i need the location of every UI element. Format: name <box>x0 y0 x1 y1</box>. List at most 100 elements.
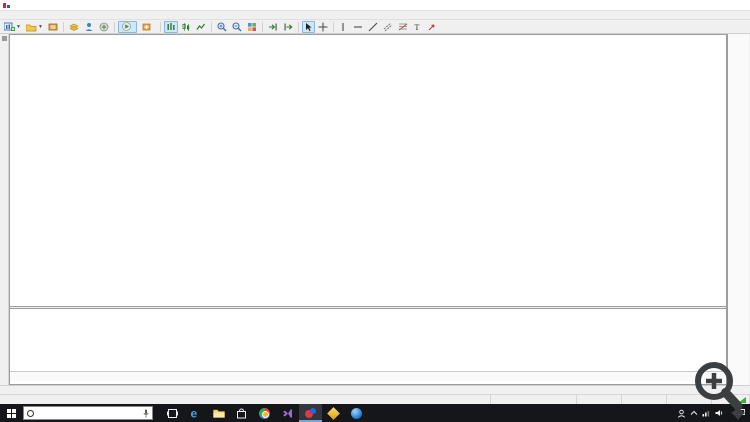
svg-text:e: e <box>190 407 197 419</box>
zoom-in-button[interactable] <box>215 21 229 33</box>
equidistant-channel-icon <box>383 22 393 32</box>
windows-taskbar: e <box>0 404 750 422</box>
profiles-button[interactable]: ▼ <box>24 21 45 33</box>
fibonacci-icon <box>398 22 408 32</box>
dropdown-caret-icon: ▼ <box>16 24 21 30</box>
task-view-button[interactable] <box>161 404 184 422</box>
auto-scroll-button[interactable] <box>266 21 280 33</box>
show-hidden-icons-chevron[interactable] <box>690 410 698 416</box>
arrows-icon <box>427 22 437 32</box>
svg-text:T: T <box>414 23 419 32</box>
zoom-in-icon <box>217 22 227 32</box>
toolbox-icon <box>99 22 109 32</box>
taskbar-icon-edge[interactable]: e <box>184 404 207 422</box>
navigator-button[interactable] <box>82 21 96 33</box>
balance-equity-pane[interactable] <box>10 35 726 306</box>
chart-shift-icon <box>283 22 293 32</box>
navigator-icon <box>84 22 94 32</box>
taskbar-icon-visual-studio[interactable] <box>276 404 299 422</box>
autotrading-button[interactable] <box>118 21 137 33</box>
data-window-button[interactable] <box>67 21 81 33</box>
tester-graph-region <box>9 34 727 385</box>
metatrader-window: ▼ ▼ <box>0 0 750 422</box>
taskbar-icon-metaquotes[interactable] <box>322 404 345 422</box>
cortana-icon <box>27 410 34 417</box>
trendline-icon <box>368 22 378 32</box>
deposit-load-pane[interactable] <box>10 309 726 371</box>
line-chart-icon <box>196 22 206 32</box>
vertical-line-icon <box>339 22 347 32</box>
new-chart-button[interactable]: ▼ <box>2 21 23 33</box>
status-cell <box>577 395 622 404</box>
new-order-icon <box>142 22 151 31</box>
cursor-icon <box>304 22 313 32</box>
taskbar-icon-chrome[interactable] <box>253 404 276 422</box>
windows-logo-icon <box>7 409 16 418</box>
panel-grip-icon <box>2 36 7 41</box>
file-explorer-icon <box>213 408 225 418</box>
taskbar-icon-file-explorer[interactable] <box>207 404 230 422</box>
deposit-load-chart <box>10 309 726 371</box>
tile-windows-icon <box>247 22 257 32</box>
crosshair-button[interactable] <box>316 21 330 33</box>
network-icon[interactable] <box>702 409 711 417</box>
deposit-axis-labels <box>728 308 749 374</box>
balance-axis-labels <box>728 34 749 308</box>
cursor-button[interactable] <box>302 21 315 33</box>
candlestick-mode-button[interactable] <box>179 21 193 33</box>
line-chart-mode-button[interactable] <box>194 21 208 33</box>
chart-shift-button[interactable] <box>281 21 295 33</box>
taskbar-icon-metatrader[interactable] <box>299 404 322 422</box>
vertical-line-button[interactable] <box>337 21 350 33</box>
action-center-icon[interactable] <box>736 408 746 418</box>
date-axis <box>10 371 726 381</box>
toolbox-button[interactable] <box>97 21 111 33</box>
profiles-icon <box>26 22 37 32</box>
text-label-button[interactable]: T <box>411 21 424 33</box>
market-watch-icon <box>48 22 58 32</box>
status-help-text <box>0 395 491 404</box>
bar-chart-icon <box>166 22 176 32</box>
new-order-button[interactable] <box>138 21 157 33</box>
trendline-button[interactable] <box>366 21 380 33</box>
bar-chart-mode-button[interactable] <box>164 21 178 33</box>
auto-scroll-icon <box>268 22 278 32</box>
value-axis-column <box>727 34 749 385</box>
zoom-out-button[interactable] <box>230 21 244 33</box>
toolbar: ▼ ▼ <box>0 20 750 34</box>
dropdown-caret-icon: ▼ <box>38 24 43 30</box>
microphone-icon <box>143 409 149 418</box>
blue-sphere-icon <box>351 408 362 419</box>
arrows-button[interactable] <box>425 21 439 33</box>
zoom-out-icon <box>232 22 242 32</box>
status-cell <box>622 395 667 404</box>
volume-icon[interactable] <box>715 409 724 417</box>
connection-status-icon <box>738 397 746 403</box>
taskbar-icon-store[interactable] <box>230 404 253 422</box>
tester-tab-strip <box>0 385 750 394</box>
status-connection-cell <box>712 395 750 404</box>
start-button[interactable] <box>0 404 22 422</box>
system-tray <box>677 408 750 418</box>
status-bar <box>0 394 750 404</box>
status-profile[interactable] <box>491 395 577 404</box>
edge-icon: e <box>190 407 202 419</box>
store-icon <box>236 408 247 419</box>
metatrader-icon <box>305 408 316 419</box>
candlestick-icon <box>181 22 191 32</box>
equidistant-channel-button[interactable] <box>381 21 395 33</box>
crosshair-icon <box>318 22 328 32</box>
search-input[interactable] <box>37 410 140 416</box>
chrome-icon <box>259 408 270 419</box>
tile-windows-button[interactable] <box>245 21 259 33</box>
menu-bar <box>0 11 750 20</box>
taskbar-icon-skype[interactable] <box>345 404 368 422</box>
fibonacci-button[interactable] <box>396 21 410 33</box>
market-watch-button[interactable] <box>46 21 60 33</box>
text-label-icon: T <box>413 22 422 32</box>
taskbar-search[interactable] <box>23 406 153 420</box>
autotrading-icon <box>122 22 131 31</box>
people-icon[interactable] <box>677 409 686 418</box>
horizontal-line-button[interactable] <box>351 21 365 33</box>
task-view-icon <box>167 408 178 419</box>
